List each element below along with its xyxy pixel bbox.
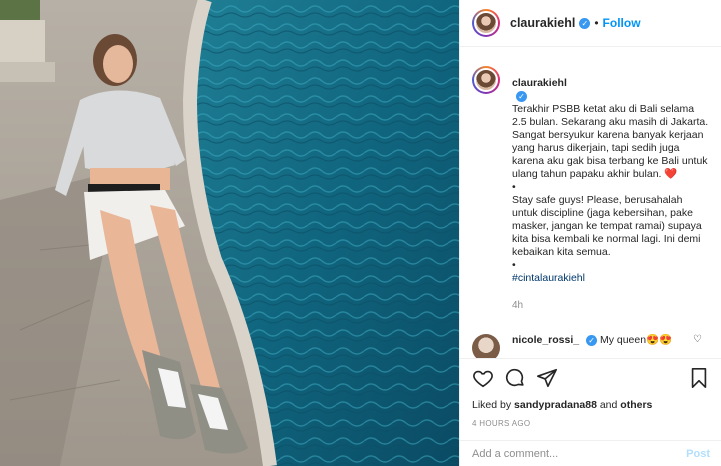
- likes-others[interactable]: others: [620, 399, 652, 411]
- caption: claurakiehl ✓ Terakhir PSBB ketat aku di…: [472, 64, 710, 312]
- post-side-panel: claurakiehl ✓ • Follow claurakiehl ✓ Ter…: [459, 0, 721, 466]
- avatar[interactable]: [472, 9, 500, 37]
- comment-text: My queen😍😍: [599, 334, 673, 346]
- post-button[interactable]: Post: [686, 448, 710, 460]
- post-photo[interactable]: [0, 0, 459, 466]
- likes-prefix: Liked by: [472, 399, 512, 411]
- hashtag-link[interactable]: #cintalaurakiehl: [512, 272, 585, 284]
- follow-button[interactable]: Follow: [603, 16, 641, 30]
- caption-text: Terakhir PSBB ketat aku di Bali selama 2…: [512, 103, 709, 271]
- comment-input[interactable]: [472, 447, 687, 460]
- verified-badge-icon: ✓: [516, 90, 527, 102]
- post-actions: Liked by sandypradana88 and others 4 HOU…: [460, 358, 721, 428]
- verified-badge-icon: ✓: [579, 17, 591, 29]
- caption-time: 4h: [512, 300, 524, 311]
- comments-section[interactable]: claurakiehl ✓ Terakhir PSBB ketat aku di…: [460, 48, 721, 358]
- add-comment-bar: Post: [460, 440, 721, 466]
- verified-badge-icon: ✓: [586, 334, 598, 346]
- header-username[interactable]: claurakiehl: [510, 16, 575, 30]
- likes-connector: and: [599, 399, 618, 411]
- separator-dot: •: [594, 16, 599, 30]
- comment-like-icon[interactable]: ♡: [693, 334, 702, 345]
- save-icon[interactable]: [688, 367, 710, 389]
- share-icon[interactable]: [536, 367, 558, 389]
- poolside-photo: [0, 0, 459, 466]
- comment-icon[interactable]: [504, 367, 526, 389]
- liked-by-user[interactable]: sandypradana88: [514, 399, 597, 411]
- caption-avatar[interactable]: [472, 66, 500, 94]
- posted-time[interactable]: 4 HOURS AGO: [472, 419, 710, 428]
- caption-username[interactable]: claurakiehl: [512, 77, 567, 89]
- likes-text: Liked by sandypradana88 and others: [472, 399, 710, 411]
- post-header: claurakiehl ✓ • Follow: [460, 0, 721, 47]
- comment-avatar[interactable]: [472, 334, 500, 358]
- heart-icon[interactable]: [472, 367, 494, 389]
- comment-item: nicole_rossi_ ✓ My queen😍😍 ♡: [472, 334, 710, 358]
- comment-username[interactable]: nicole_rossi_: [512, 334, 579, 346]
